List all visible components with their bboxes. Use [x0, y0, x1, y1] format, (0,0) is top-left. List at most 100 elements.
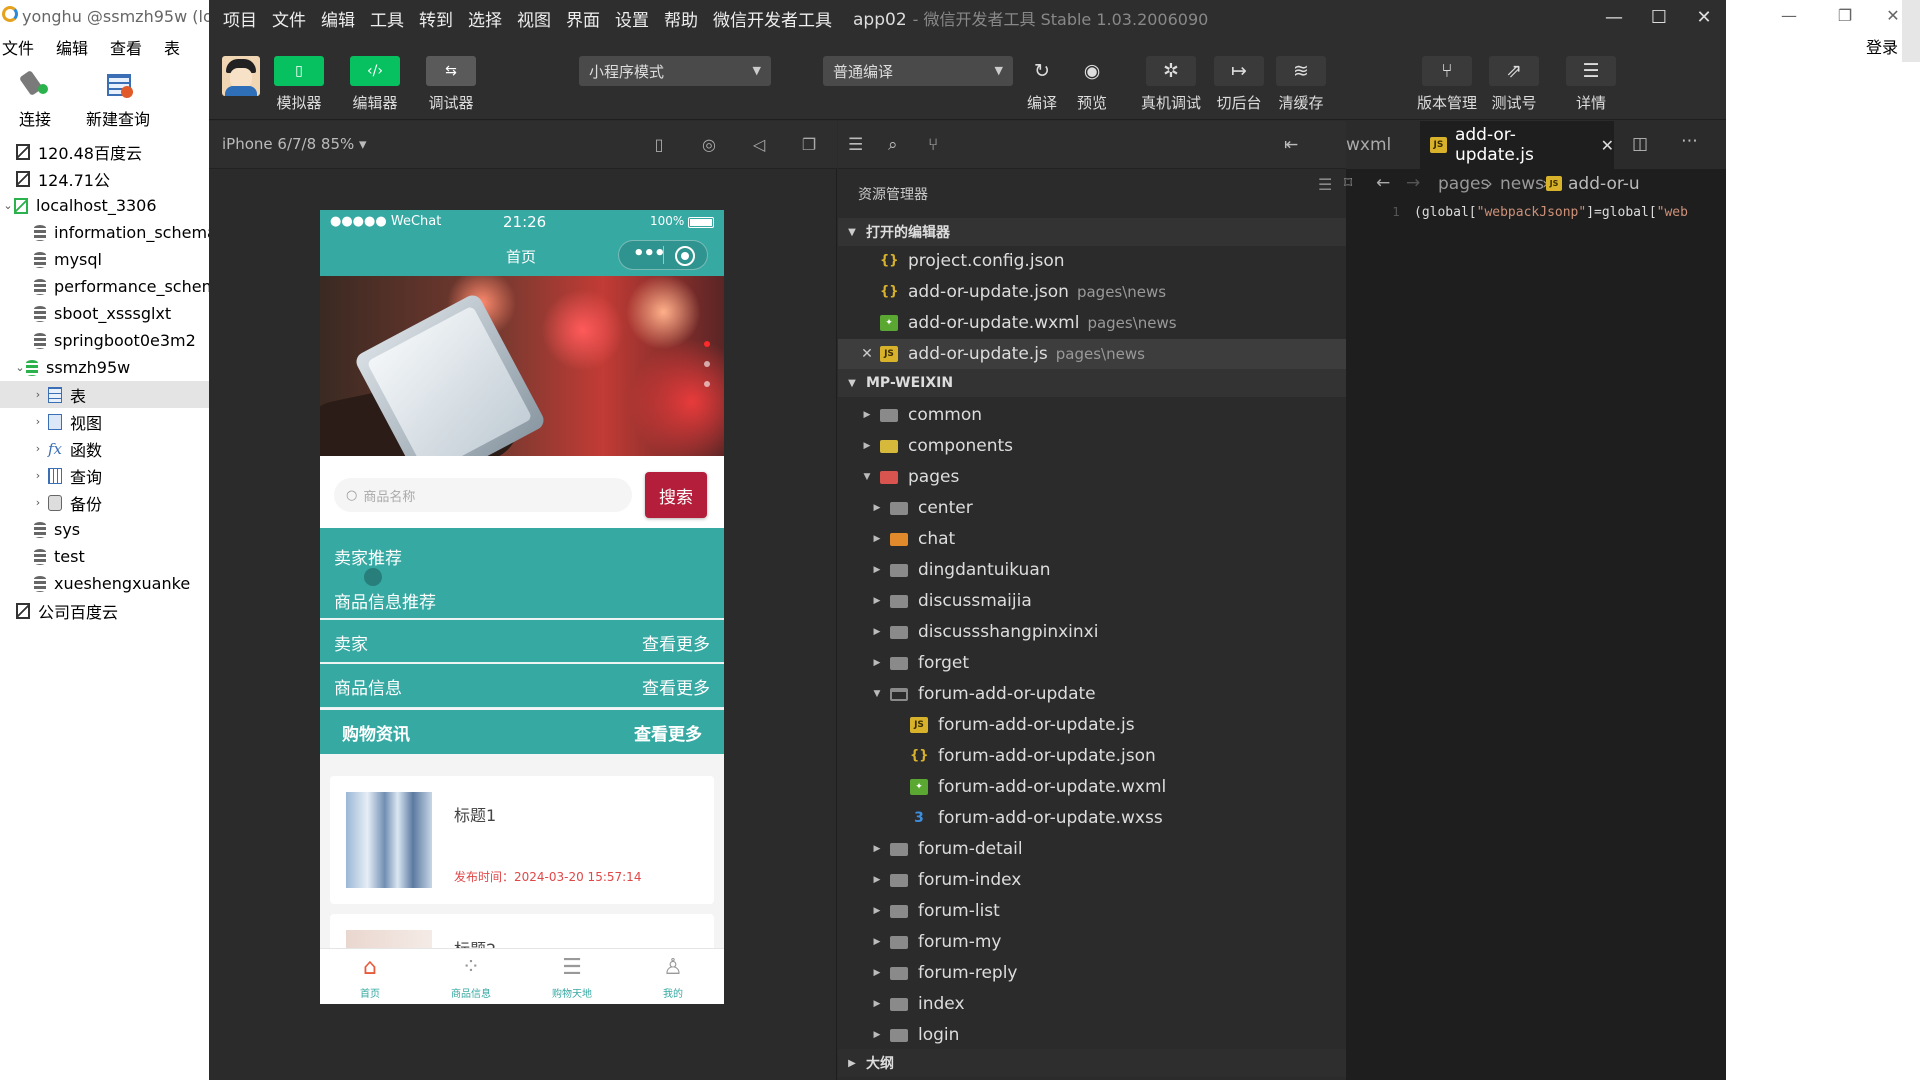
tab-shopping[interactable]: ☰ 购物天地 [532, 955, 612, 1000]
tree-item-db[interactable]: test [0, 543, 210, 570]
tree-item-views[interactable]: › 视图 [0, 408, 210, 435]
navicat-menu-table[interactable]: 表 [164, 35, 180, 59]
version-management-button[interactable]: ⑂ 版本管理 [1417, 56, 1477, 113]
chevron-down-icon[interactable]: ⌄ [2, 199, 14, 212]
popout-icon[interactable]: ❐ [799, 135, 819, 155]
tree-item-conn-baidu[interactable]: 公司百度云 [0, 597, 210, 624]
list-icon[interactable]: ☰ [1318, 175, 1332, 194]
tree-item-queries[interactable]: › 查询 [0, 462, 210, 489]
menu-file[interactable]: 文件 [272, 6, 306, 31]
tree-folder[interactable]: ▶ forum-list [838, 896, 1346, 926]
tree-item-conn-2[interactable]: 124.71公 [0, 165, 210, 192]
navicat-minimize-button[interactable]: — [1766, 0, 1812, 30]
tree-folder[interactable]: ▶ login [838, 1020, 1346, 1050]
open-editor-item-active[interactable]: ✕ JS add-or-update.js pages\news [838, 339, 1346, 369]
tree-folder[interactable]: ▼ forum-add-or-update [838, 679, 1346, 709]
tree-folder[interactable]: ▶ dingdantuikuan [838, 555, 1346, 585]
test-account-button[interactable]: ⇗ 测试号 [1489, 56, 1539, 113]
compile-button[interactable]: ↻ 编译 [1017, 56, 1067, 113]
tab-home[interactable]: ⌂ 首页 [330, 955, 410, 1000]
view-more-link[interactable]: 查看更多 [642, 674, 710, 699]
close-icon[interactable]: ✕ [860, 346, 874, 362]
code-line[interactable]: (global["webpackJsonp"]=global["web [1414, 205, 1734, 220]
tree-folder[interactable]: ▶ common [838, 400, 1346, 430]
tree-item-functions[interactable]: › fx 函数 [0, 435, 210, 462]
view-more-link[interactable]: 查看更多 [634, 720, 702, 745]
tree-item-tables[interactable]: › 表 [0, 381, 210, 408]
tree-folder[interactable]: ▶ index [838, 989, 1346, 1019]
menu-help[interactable]: 帮助 [664, 6, 698, 31]
tree-item-backups[interactable]: › 备份 [0, 489, 210, 516]
tree-folder[interactable]: ▶ forum-detail [838, 834, 1346, 864]
editor-tab-active[interactable]: JS add-or-update.js ✕ [1420, 121, 1614, 169]
chevron-down-icon[interactable]: ⌄ [14, 361, 26, 374]
more-options-icon[interactable]: ⋯ [1681, 131, 1698, 151]
menu-interface[interactable]: 界面 [566, 6, 600, 31]
branch-icon[interactable]: ⑂ [928, 135, 938, 155]
devtools-minimize-button[interactable]: — [1599, 4, 1629, 32]
menu-project[interactable]: 项目 [223, 6, 257, 31]
tree-folder[interactable]: ▶ chat [838, 524, 1346, 554]
chevron-right-icon[interactable]: › [32, 442, 44, 455]
navicat-menu-file[interactable]: 文件 [2, 35, 34, 59]
tree-folder[interactable]: ▶ center [838, 493, 1346, 523]
open-editor-item[interactable]: {} add-or-update.json pages\news [838, 277, 1346, 307]
phone-icon[interactable]: ▯ [649, 135, 669, 155]
preview-button[interactable]: ◉ 预览 [1067, 56, 1117, 113]
open-editors-section[interactable]: ▼ 打开的编辑器 [838, 218, 1346, 246]
tree-item-db[interactable]: mysql [0, 246, 210, 273]
tab-goods[interactable]: ⁘ 商品信息 [431, 955, 511, 1000]
simulator-toggle-button[interactable]: ▯ 模拟器 [274, 56, 324, 113]
goods-recommend-label[interactable]: 商品信息推荐 [334, 588, 436, 613]
list-icon[interactable]: ☰ [848, 135, 863, 155]
details-button[interactable]: ☰ 详情 [1566, 56, 1616, 113]
seller-recommend-label[interactable]: 卖家推荐 [334, 544, 402, 569]
search-icon[interactable]: ⌕ [888, 135, 898, 155]
menu-edit[interactable]: 编辑 [321, 6, 355, 31]
banner-dot[interactable] [704, 381, 710, 387]
navicat-menu-edit[interactable]: 编辑 [56, 35, 88, 59]
chevron-right-icon[interactable]: › [32, 415, 44, 428]
volume-icon[interactable]: ◁ [749, 135, 769, 155]
chevron-right-icon[interactable]: › [32, 496, 44, 509]
bookmark-icon[interactable]: ⌑ [1344, 173, 1352, 192]
tree-folder[interactable]: ▶ discussmaijia [838, 586, 1346, 616]
navicat-login-link[interactable]: 登录 [1866, 34, 1898, 58]
tab-mine[interactable]: ♙ 我的 [633, 955, 713, 1000]
view-more-link[interactable]: 查看更多 [642, 630, 710, 655]
device-select[interactable]: iPhone 6/7/8 85% ▾ [222, 135, 367, 153]
breadcrumb-item[interactable]: add-or-u [1568, 174, 1640, 194]
breadcrumb-item[interactable]: news [1500, 174, 1544, 194]
capsule-menu[interactable]: ••• [618, 240, 708, 270]
forward-arrow-icon[interactable]: → [1406, 173, 1420, 193]
menu-devtools[interactable]: 微信开发者工具 [713, 6, 832, 31]
tree-folder[interactable]: ▼ pages [838, 462, 1346, 492]
project-section[interactable]: ▼ MP-WEIXIN [838, 369, 1346, 397]
menu-goto[interactable]: 转到 [419, 6, 453, 31]
editor-toggle-button[interactable]: ‹/› 编辑器 [350, 56, 400, 113]
compile-mode-select[interactable]: 普通编译 ▼ [823, 56, 1013, 86]
tree-folder[interactable]: ▶ forum-index [838, 865, 1346, 895]
tree-folder[interactable]: ▶ discussshangpinxinxi [838, 617, 1346, 647]
menu-select[interactable]: 选择 [468, 6, 502, 31]
menu-view[interactable]: 视图 [517, 6, 551, 31]
tree-file[interactable]: ✦ forum-add-or-update.wxml [838, 772, 1346, 802]
tree-item-db[interactable]: information_schema [0, 219, 210, 246]
debugger-toggle-button[interactable]: ⇆ 调试器 [426, 56, 476, 113]
devtools-maximize-button[interactable]: ☐ [1644, 4, 1674, 32]
tree-item-db[interactable]: performance_schema [0, 273, 210, 300]
editor-tab[interactable]: wxml [1346, 135, 1391, 155]
tree-folder[interactable]: ▶ forget [838, 648, 1346, 678]
record-icon[interactable]: ◎ [699, 135, 719, 155]
open-editor-item[interactable]: ✦ add-or-update.wxml pages\news [838, 308, 1346, 338]
tree-folder[interactable]: ▶ components [838, 431, 1346, 461]
close-icon[interactable]: ✕ [1601, 136, 1614, 155]
tree-item-db[interactable]: sys [0, 516, 210, 543]
menu-settings[interactable]: 设置 [615, 6, 649, 31]
more-dots-icon[interactable]: ••• [633, 243, 666, 264]
tree-item-db[interactable]: sboot_xsssglxt [0, 300, 210, 327]
clear-cache-button[interactable]: ≋ 清缓存 [1276, 56, 1326, 113]
back-arrow-icon[interactable]: ← [1376, 173, 1390, 193]
tree-item-db-ssmzh95w[interactable]: ⌄ ssmzh95w [0, 354, 210, 381]
background-button[interactable]: ↦ 切后台 [1214, 56, 1264, 113]
